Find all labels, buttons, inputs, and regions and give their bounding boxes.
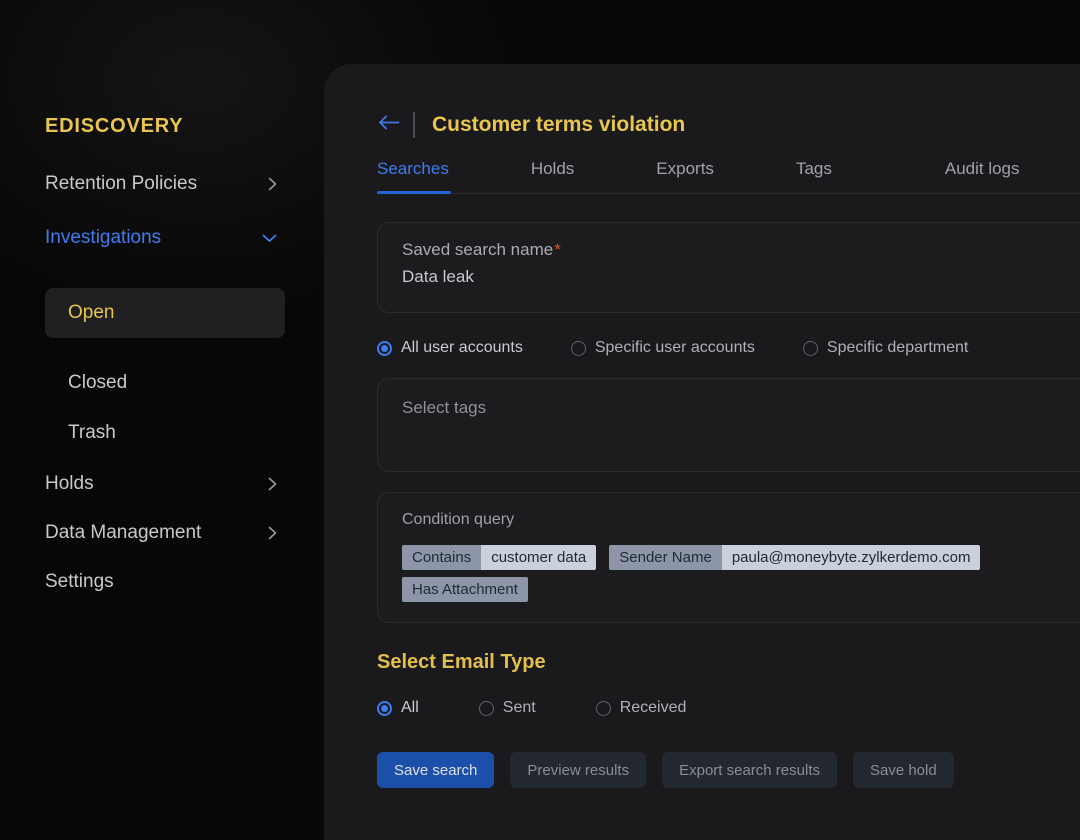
radio-unselected-icon — [571, 341, 586, 356]
back-arrow-icon — [377, 114, 400, 136]
sidebar-item-label: Investigations — [45, 227, 161, 249]
chip-value: paula@moneybyte.zylkerdemo.com — [722, 545, 981, 570]
radio-unselected-icon — [803, 341, 818, 356]
condition-chip[interactable]: Contains customer data — [402, 545, 596, 570]
required-asterisk: * — [554, 240, 561, 259]
save-search-button[interactable]: Save search — [377, 752, 494, 788]
sidebar-item-label: Holds — [45, 473, 94, 495]
radio-email-sent[interactable]: Sent — [479, 699, 536, 717]
sidebar-item-label: Data Management — [45, 522, 201, 544]
save-hold-button[interactable]: Save hold — [853, 752, 954, 788]
sidebar-item-label: Settings — [45, 571, 114, 592]
account-scope-radio-group: All user accounts Specific user accounts… — [377, 336, 1080, 360]
radio-unselected-icon — [596, 701, 611, 716]
sidebar-item-holds[interactable]: Holds — [45, 472, 285, 496]
page-header: Customer terms violation — [377, 110, 1080, 140]
email-type-radio-group: All Sent Received — [377, 696, 1080, 720]
chevron-right-icon — [268, 526, 277, 540]
saved-search-name-label: Saved search name* — [402, 240, 1079, 260]
tab-searches[interactable]: Searches — [377, 158, 449, 193]
radio-label: All user accounts — [401, 339, 523, 357]
radio-email-all[interactable]: All — [377, 699, 419, 717]
page-title: Customer terms violation — [432, 113, 685, 137]
tab-holds[interactable]: Holds — [531, 158, 574, 193]
tab-tags[interactable]: Tags — [796, 158, 832, 193]
condition-query-card: Condition query Contains customer data S… — [377, 492, 1080, 623]
header-divider — [413, 112, 415, 138]
chevron-right-icon — [268, 177, 277, 191]
tags-select[interactable]: Select tags — [377, 378, 1080, 472]
preview-results-button[interactable]: Preview results — [510, 752, 646, 788]
radio-specific-user-accounts[interactable]: Specific user accounts — [571, 339, 755, 357]
chip-value: customer data — [481, 545, 596, 570]
tab-audit-logs[interactable]: Audit logs — [945, 158, 1020, 193]
chip-operator: Has Attachment — [402, 577, 528, 602]
sidebar-item-settings[interactable]: Settings — [45, 571, 285, 595]
sidebar-item-data-management[interactable]: Data Management — [45, 521, 285, 545]
radio-specific-department[interactable]: Specific department — [803, 339, 968, 357]
tab-bar: Searches Holds Exports Tags Audit logs — [377, 158, 1080, 194]
radio-selected-icon — [377, 701, 392, 716]
sidebar-item-closed[interactable]: Closed — [45, 372, 324, 396]
condition-query-label: Condition query — [402, 511, 1079, 529]
main-panel: Customer terms violation Searches Holds … — [324, 64, 1080, 840]
app-title: EDISCOVERY — [45, 115, 324, 140]
radio-label: Specific department — [827, 339, 968, 357]
radio-label: All — [401, 699, 419, 717]
radio-label: Sent — [503, 699, 536, 717]
sidebar: EDISCOVERY Retention Policies Investigat… — [0, 0, 324, 840]
radio-label: Specific user accounts — [595, 339, 755, 357]
sidebar-item-trash[interactable]: Trash — [45, 422, 324, 446]
sidebar-item-open[interactable]: Open — [45, 288, 285, 338]
saved-search-name-field[interactable]: Saved search name* Data leak — [377, 222, 1080, 313]
condition-chip[interactable]: Sender Name paula@moneybyte.zylkerdemo.c… — [609, 545, 980, 570]
sidebar-item-label: Open — [68, 302, 114, 324]
chevron-down-icon — [262, 234, 277, 243]
condition-chip[interactable]: Has Attachment — [402, 577, 528, 602]
tags-placeholder: Select tags — [402, 398, 1079, 418]
tab-exports[interactable]: Exports — [656, 158, 714, 193]
action-button-row: Save search Preview results Export searc… — [377, 752, 1080, 788]
chip-operator: Contains — [402, 545, 481, 570]
radio-email-received[interactable]: Received — [596, 699, 687, 717]
radio-label: Received — [620, 699, 687, 717]
back-button[interactable] — [377, 114, 400, 136]
radio-selected-icon — [377, 341, 392, 356]
sidebar-item-label: Retention Policies — [45, 173, 197, 195]
email-type-heading: Select Email Type — [377, 651, 1080, 675]
radio-all-user-accounts[interactable]: All user accounts — [377, 339, 523, 357]
saved-search-name-value: Data leak — [402, 267, 1079, 287]
chevron-right-icon — [268, 477, 277, 491]
sidebar-item-label: Trash — [68, 422, 116, 443]
sidebar-item-label: Closed — [68, 372, 127, 393]
export-search-results-button[interactable]: Export search results — [662, 752, 837, 788]
condition-chip-list: Contains customer data Sender Name paula… — [402, 545, 1079, 602]
sidebar-item-retention-policies[interactable]: Retention Policies — [45, 172, 285, 196]
chip-operator: Sender Name — [609, 545, 722, 570]
sidebar-item-investigations[interactable]: Investigations — [45, 226, 285, 250]
radio-unselected-icon — [479, 701, 494, 716]
